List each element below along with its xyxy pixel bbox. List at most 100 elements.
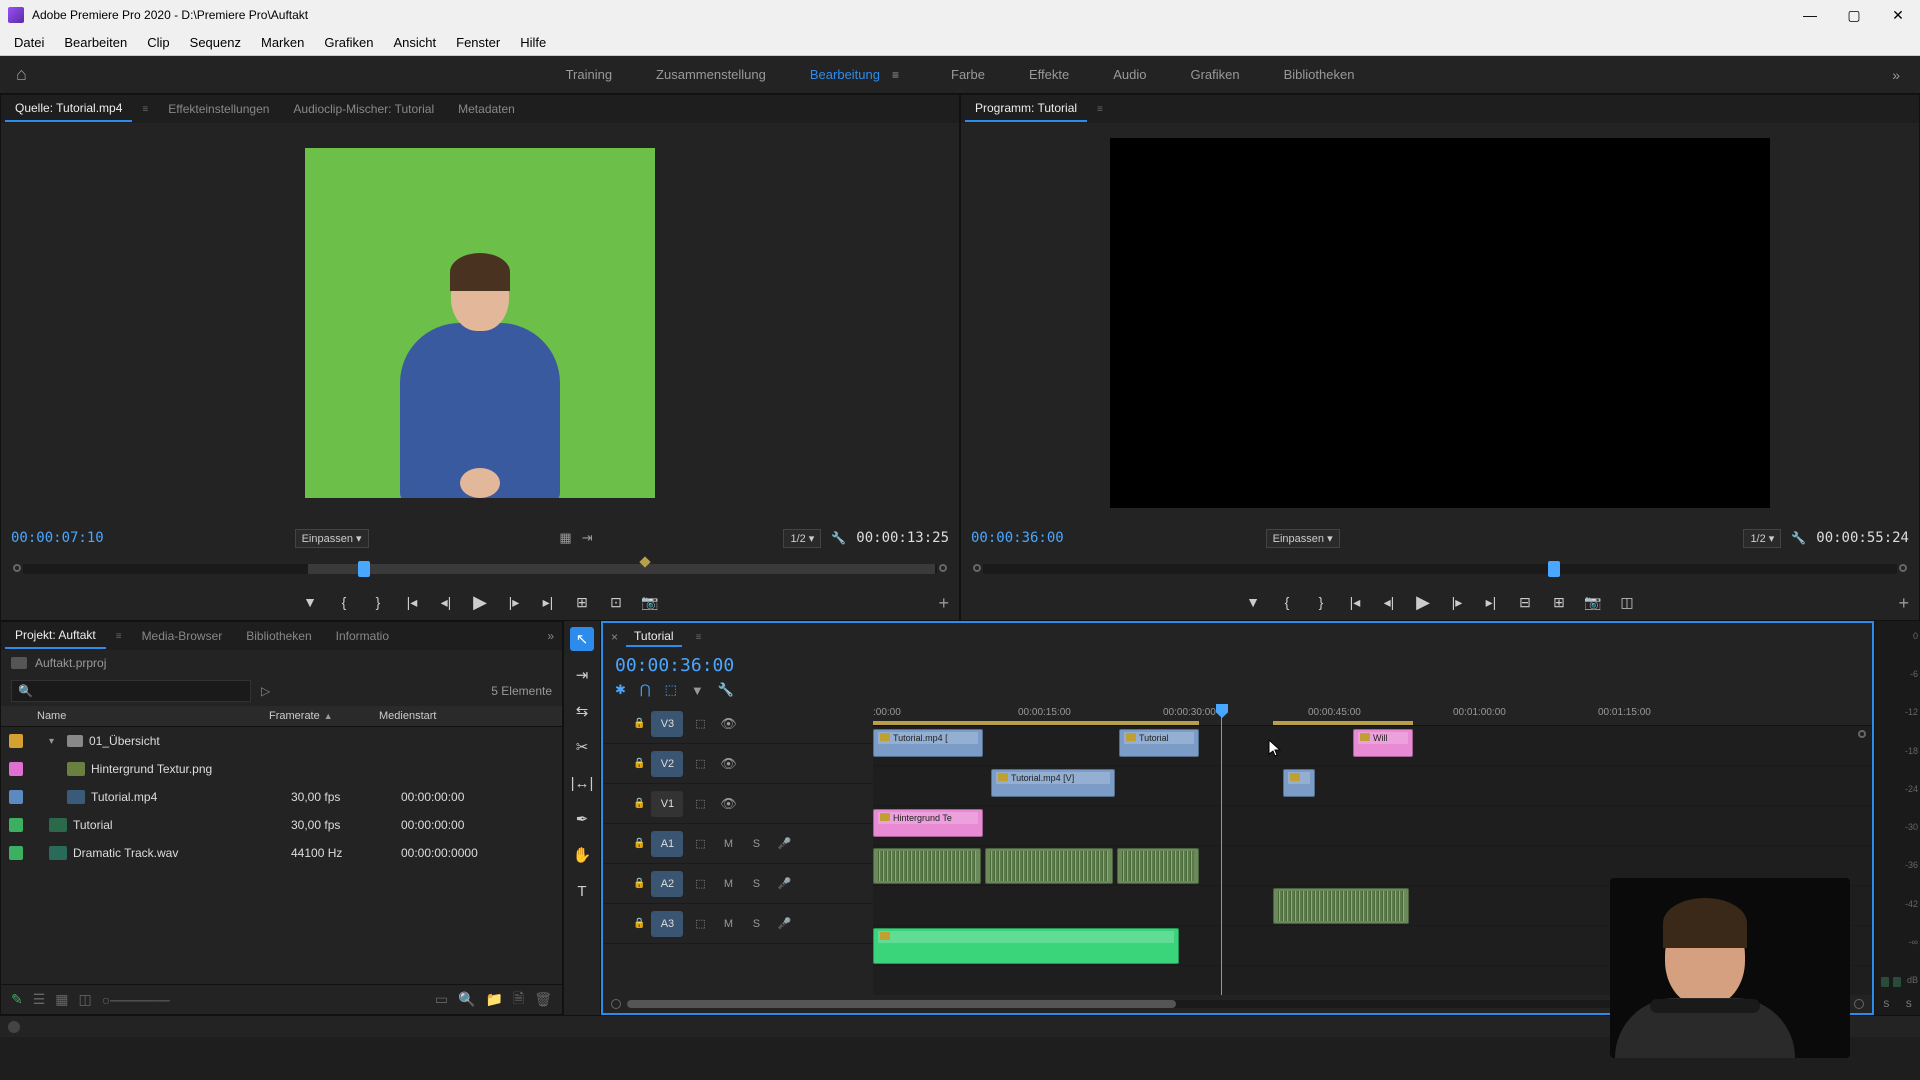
- track-label[interactable]: V2: [651, 751, 683, 777]
- source-fit-select[interactable]: Einpassen ▾: [295, 529, 369, 548]
- track-header-v1[interactable]: 🔒V1⬚👁: [603, 784, 873, 824]
- source-scrubber[interactable]: [13, 558, 947, 580]
- track-label[interactable]: V3: [651, 711, 683, 737]
- menu-sequenz[interactable]: Sequenz: [180, 32, 251, 53]
- tab-bibliotheken[interactable]: Bibliotheken: [236, 624, 321, 648]
- solo-l[interactable]: S: [1883, 999, 1889, 1009]
- overwrite-clip-icon[interactable]: ⊡: [607, 594, 625, 611]
- source-video-frame[interactable]: [305, 148, 655, 498]
- comparison-icon[interactable]: ◫: [1618, 594, 1636, 611]
- workspace-training[interactable]: Training: [564, 63, 614, 86]
- menu-ansicht[interactable]: Ansicht: [383, 32, 446, 53]
- label-chip[interactable]: [9, 818, 23, 832]
- disclosure-icon[interactable]: ▾: [49, 736, 61, 747]
- bracket-in-icon[interactable]: {: [1278, 594, 1296, 610]
- time-ruler[interactable]: :00:0000:00:15:0000:00:30:0000:00:45:000…: [873, 704, 1872, 726]
- track-header-a3[interactable]: 🔒A3⬚MS🎤: [603, 904, 873, 944]
- menu-datei[interactable]: Datei: [4, 32, 54, 53]
- workspace-overflow[interactable]: »: [1892, 67, 1900, 83]
- video-clip[interactable]: Tutorial.mp4 [: [873, 729, 983, 757]
- label-chip[interactable]: [9, 734, 23, 748]
- mark-in-icon[interactable]: ▼: [301, 594, 319, 610]
- mute-button[interactable]: M: [717, 914, 739, 934]
- lock-icon[interactable]: 🔒: [633, 918, 645, 929]
- mute-button[interactable]: M: [717, 874, 739, 894]
- toggle-visibility-icon[interactable]: 👁: [717, 714, 739, 734]
- project-row[interactable]: Tutorial30,00 fps00:00:00:00: [1, 811, 562, 839]
- track-header-a2[interactable]: 🔒A2⬚MS🎤: [603, 864, 873, 904]
- search-input[interactable]: 🔍: [11, 680, 251, 702]
- play-icon[interactable]: ▶: [1414, 592, 1432, 613]
- freeform-view-icon[interactable]: ◫: [79, 991, 92, 1008]
- sync-lock-icon[interactable]: ⬚: [689, 754, 711, 774]
- project-row[interactable]: Dramatic Track.wav44100 Hz00:00:00:0000: [1, 839, 562, 867]
- video-clip[interactable]: Tutorial.mp4 [V]: [991, 769, 1115, 797]
- audio-clip[interactable]: [985, 848, 1113, 884]
- program-fit-select[interactable]: Einpassen ▾: [1266, 529, 1340, 548]
- track-scroll-end[interactable]: [1858, 730, 1866, 738]
- track-header-a1[interactable]: 🔒A1⬚MS🎤: [603, 824, 873, 864]
- workspace-bearbeitung[interactable]: Bearbeitung: [808, 63, 882, 86]
- lock-icon[interactable]: 🔒: [633, 878, 645, 889]
- program-scrubber[interactable]: [973, 558, 1907, 580]
- new-bin-icon[interactable]: 📁: [486, 991, 503, 1008]
- export-frame-icon[interactable]: 📷: [1584, 594, 1602, 611]
- bracket-in-icon[interactable]: {: [335, 594, 353, 610]
- settings-icon[interactable]: 🔧: [831, 531, 846, 545]
- sync-lock-icon[interactable]: ⬚: [689, 874, 711, 894]
- goto-out-icon[interactable]: ▸|: [539, 594, 557, 611]
- snap-icon[interactable]: ⋂: [640, 682, 651, 698]
- workspace-zusammenstellung[interactable]: Zusammenstellung: [654, 63, 768, 86]
- video-clip[interactable]: [1283, 769, 1315, 797]
- solo-button[interactable]: S: [745, 874, 767, 894]
- label-chip[interactable]: [9, 790, 23, 804]
- workspace-bibliotheken[interactable]: Bibliotheken: [1282, 63, 1357, 86]
- type-tool[interactable]: T: [570, 879, 594, 903]
- new-bin-icon[interactable]: ▷: [261, 684, 270, 698]
- menu-clip[interactable]: Clip: [137, 32, 179, 53]
- tab-projekt[interactable]: Projekt: Auftakt: [5, 623, 106, 649]
- linked-selection-icon[interactable]: ⬚: [665, 682, 677, 698]
- extract-icon[interactable]: ⊞: [1550, 594, 1568, 611]
- track-label[interactable]: A3: [651, 911, 683, 937]
- menu-fenster[interactable]: Fenster: [446, 32, 510, 53]
- insert-icon[interactable]: ⇥: [582, 530, 593, 546]
- program-zoom-select[interactable]: 1/2 ▾: [1743, 529, 1781, 548]
- project-row[interactable]: Tutorial.mp430,00 fps00:00:00:00: [1, 783, 562, 811]
- track-label[interactable]: A2: [651, 871, 683, 897]
- voice-over-icon[interactable]: 🎤: [773, 834, 795, 854]
- new-item-icon[interactable]: 🗎: [513, 988, 524, 1012]
- lock-icon[interactable]: 🔒: [633, 838, 645, 849]
- mark-clip-icon[interactable]: ▦: [559, 530, 571, 546]
- close-button[interactable]: ✕: [1884, 7, 1912, 24]
- solo-r[interactable]: S: [1906, 999, 1912, 1009]
- col-framerate[interactable]: Framerate ▲: [269, 710, 379, 722]
- sequence-tab[interactable]: Tutorial: [626, 627, 682, 647]
- nest-icon[interactable]: ✱: [615, 682, 626, 698]
- lock-icon[interactable]: 🔒: [633, 798, 645, 809]
- music-clip[interactable]: [873, 928, 1179, 964]
- source-timecode-in[interactable]: 00:00:07:10: [11, 530, 104, 546]
- audio-clip[interactable]: [1273, 888, 1409, 924]
- workspace-farbe[interactable]: Farbe: [949, 63, 987, 86]
- step-forward-icon[interactable]: |▸: [1448, 594, 1466, 611]
- menu-marken[interactable]: Marken: [251, 32, 314, 53]
- tab-menu-icon[interactable]: ≡: [136, 104, 154, 115]
- add-button-icon[interactable]: +: [1898, 593, 1909, 614]
- menu-bearbeiten[interactable]: Bearbeiten: [54, 32, 137, 53]
- workspace-grafiken[interactable]: Grafiken: [1188, 63, 1241, 86]
- workspace-audio[interactable]: Audio: [1111, 63, 1148, 86]
- tab-informatio[interactable]: Informatio: [326, 624, 399, 648]
- video-clip[interactable]: Hintergrund Te: [873, 809, 983, 837]
- add-button-icon[interactable]: +: [938, 593, 949, 614]
- step-back-icon[interactable]: ◂|: [1380, 594, 1398, 611]
- tab-quelle[interactable]: Quelle: Tutorial.mp4: [5, 96, 132, 122]
- selection-tool[interactable]: ↖: [570, 627, 594, 651]
- track-v3[interactable]: Tutorial.mp4 [TutorialWill: [873, 726, 1872, 766]
- lock-icon[interactable]: 🔒: [633, 758, 645, 769]
- mute-button[interactable]: M: [717, 834, 739, 854]
- playhead[interactable]: [1221, 704, 1222, 995]
- minimize-button[interactable]: —: [1796, 7, 1824, 24]
- trash-icon[interactable]: 🗑: [534, 991, 552, 1008]
- workspace-menu-icon[interactable]: ≡: [892, 68, 899, 82]
